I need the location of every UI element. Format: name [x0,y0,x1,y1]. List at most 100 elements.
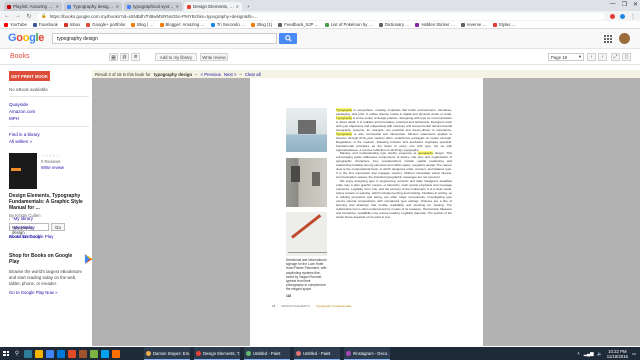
books-on-play-link[interactable]: Books on Google Play [9,232,54,241]
page-select[interactable]: Page 18 ▾ [548,53,584,61]
pinned-app-icon[interactable] [68,349,76,358]
get-print-book-button[interactable]: GET PRINT BOOK [9,71,50,81]
maximize-button[interactable]: ❐ [622,1,627,8]
taskbar-task[interactable]: Design Elements, T... [194,347,240,360]
bookmark-item[interactable]: Inbox [63,22,80,27]
browser-tab[interactable]: Typography design - Google Se✕ [64,2,122,11]
avatar[interactable] [619,33,630,44]
pinned-app-icon[interactable] [35,349,43,358]
bookmark-item[interactable]: Blogger: Amazing … [159,22,205,27]
browser-tab[interactable]: Playlist: Amazing collection✕ [4,2,62,11]
clear-all-link[interactable]: Clear all [245,72,261,77]
bookmark-item[interactable]: Hidden Sticker … [415,22,455,27]
bookmark-item[interactable]: List of Pokémon by … [324,22,373,27]
bookmark-item[interactable]: reverse … [460,22,487,27]
volume-icon[interactable]: 🔈 [597,351,602,357]
store-link-mph[interactable]: MPH [9,115,94,122]
bookmark-favicon-icon [460,22,465,27]
search-button[interactable] [279,33,297,44]
my-library-link[interactable]: My library [14,214,34,223]
write-review-button[interactable]: Write review [200,53,228,61]
minimize-button[interactable]: — [610,1,616,8]
taskbar-task[interactable]: Damon Stayes: Em... [144,347,190,360]
next-result-link[interactable]: Next > [224,72,237,77]
my-history-item[interactable]: › My History [9,223,54,232]
view-mode-button[interactable]: ▯ [622,53,631,61]
bookmark-item[interactable]: YouTube [4,22,27,27]
taskbar-task[interactable]: #instagram - Deco... [344,347,390,360]
menu-icon[interactable]: ⋮ [630,13,636,20]
write-review-link[interactable]: Write review [41,165,64,170]
store-link-amazon[interactable]: Amazon.com [9,108,94,115]
book-page[interactable]: Directional and informational signage fo… [250,78,483,346]
reload-icon[interactable]: ↻ [26,13,32,20]
pinned-app-icon[interactable] [90,349,98,358]
start-button[interactable] [0,347,12,360]
book-cover[interactable] [9,153,37,189]
previous-result-link[interactable]: < Previous [200,72,220,77]
task-app-icon [246,350,251,356]
all-sellers-link[interactable]: All sellers » [9,138,94,145]
my-history-link[interactable]: My History [14,223,35,232]
apps-grid-icon[interactable] [604,35,612,43]
running-tasks: Damon Stayes: Em... Design Elements, T...… [140,347,390,360]
bookmark-item[interactable]: Tri Secondo … [210,22,245,27]
notifications-icon[interactable]: ▭ [632,351,636,357]
bookmark-item[interactable]: Facebook [32,22,58,27]
list-view-button[interactable] [109,53,118,61]
search-input[interactable]: typography design [52,33,277,44]
find-in-library-link[interactable]: Find in a library [9,131,94,138]
close-icon[interactable]: ✕ [236,4,239,9]
add-to-library-button[interactable]: Add to my library [155,53,197,61]
bookmark-favicon-icon [492,22,497,27]
books-on-play-item[interactable]: Books on Google Play [9,232,54,241]
bookmark-favicon-icon [86,22,91,27]
pinned-app-icon[interactable] [112,349,120,358]
browser-tab[interactable]: Design Elements, Typography✕ [184,2,242,11]
extension-icon[interactable] [610,13,615,19]
pinned-app-icon[interactable] [46,349,54,358]
text-run: We enjoy designing type in engineering c… [336,179,452,219]
fullscreen-button[interactable]: ⤢ [611,53,620,61]
clock[interactable]: 10:22 PM 11/18/2016 [607,349,628,359]
pinned-app-icon[interactable] [24,349,32,358]
new-tab-button[interactable]: + [244,2,254,11]
close-icon[interactable]: ✕ [176,4,179,9]
link-button[interactable]: ⛓ [120,53,129,61]
bookmark-item[interactable]: Dictionary … [378,22,409,27]
forward-icon[interactable]: → [15,13,21,19]
browser-tab[interactable]: typographical systems - Goo✕ [124,2,182,11]
prev-page-button[interactable]: ‹ [587,53,596,61]
network-icon[interactable]: ▂▄▆ [584,351,594,357]
my-library-item[interactable]: › My library [9,214,54,223]
pinned-app-icon[interactable] [101,349,109,358]
chevron-up-icon[interactable]: ˄ [577,351,580,356]
taskbar-task[interactable]: Untitled - Paint [244,347,290,360]
tab-favicon-icon [187,4,191,9]
bookmark-item[interactable]: Blog (1) [251,22,272,27]
pinned-app-icon[interactable] [79,349,87,358]
bookmark-item[interactable]: Stylus … [492,22,516,27]
search-icon[interactable]: ⚲ [12,347,22,360]
close-window-button[interactable]: ✕ [633,1,638,8]
next-page-button[interactable]: › [598,53,607,61]
settings-button[interactable]: ⚙ [131,53,140,61]
tab-title: Design Elements, Typography [193,4,235,9]
pinned-app-icon[interactable] [57,349,65,358]
book-viewer[interactable]: Directional and informational signage fo… [92,78,640,346]
taskbar-task[interactable]: Untitled - Paint [294,347,340,360]
store-link-quayside[interactable]: Quayside [9,101,94,108]
book-title[interactable]: Design Elements, Typography Fundamentals… [9,193,87,211]
bookmark-item[interactable]: Google+ portfolio [86,22,125,27]
extension-icon[interactable] [620,13,625,19]
bookmark-item[interactable]: Feedback_SJP … [278,22,319,27]
fullscreen-icon: ⤢ [613,54,618,60]
go-to-play-link[interactable]: Go to Google Play Now » [9,290,94,295]
back-icon[interactable]: ← [4,13,10,19]
bookmark-label: Blogger: Amazing … [165,22,205,27]
close-icon[interactable]: ✕ [56,4,59,9]
url-field[interactable]: 🔒 https://books.google.com.my/books?id=x… [37,12,605,20]
bookmark-item[interactable]: Blog | … [131,22,154,27]
google-logo[interactable]: Google [8,32,44,44]
close-icon[interactable]: ✕ [116,4,119,9]
